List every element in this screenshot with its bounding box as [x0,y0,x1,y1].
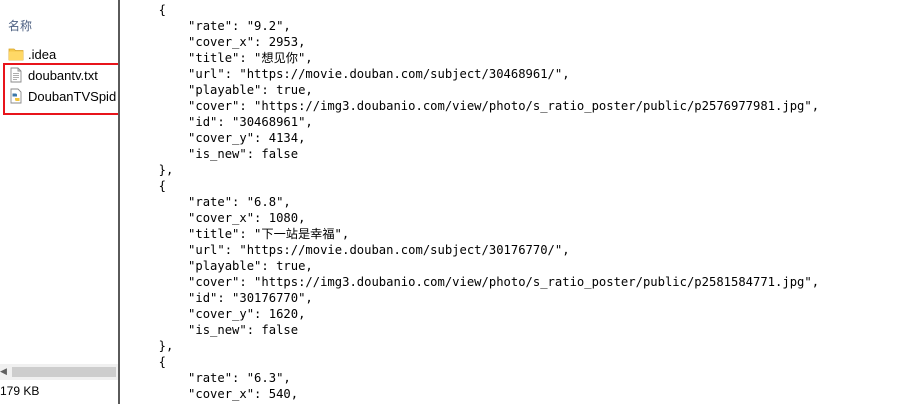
code-line: }, [144,339,174,353]
folder-icon [8,48,24,61]
code-line: "cover_x": 1080, [144,211,306,225]
code-line: "cover": "https://img3.doubanio.com/view… [144,275,820,289]
code-line: { [144,3,167,17]
code-line: "cover_y": 1620, [144,307,306,321]
code-line: "id": "30176770", [144,291,313,305]
file-explorer-pane: 名称 .idea doubantv.txt DoubanTVSpid ◀ 179… [0,0,118,404]
code-line: "cover_x": 540, [144,387,299,401]
scroll-left-icon[interactable]: ◀ [0,366,7,377]
highlight-box [3,63,118,115]
code-line: "cover": "https://img3.doubanio.com/view… [144,99,820,113]
file-item-label: .idea [28,46,57,62]
column-header-name[interactable]: 名称 [0,0,118,44]
status-bar: 179 KB [0,380,118,404]
code-line: "id": "30468961", [144,115,313,129]
code-line: "is_new": false [144,147,299,161]
code-line: }, [144,163,174,177]
code-line: "title": "下一站是幸福", [144,227,350,241]
file-item-idea-folder[interactable]: .idea [8,44,118,64]
code-line: "url": "https://movie.douban.com/subject… [144,67,570,81]
column-header-label: 名称 [8,19,33,33]
code-editor[interactable]: { "rate": "9.2", "cover_x": 2953, "title… [120,0,911,404]
code-line: "cover_x": 2953, [144,35,306,49]
code-line: "rate": "6.3", [144,371,291,385]
code-line: { [144,355,167,369]
code-line: "cover_y": 4134, [144,131,306,145]
code-line: "playable": true, [144,259,313,273]
selected-file-size: 179 KB [0,384,40,398]
scrollbar-thumb[interactable] [12,367,116,377]
code-line: "playable": true, [144,83,313,97]
code-line: "title": "想见你", [144,51,313,65]
code-line: { [144,179,167,193]
horizontal-scrollbar[interactable]: ◀ [0,364,118,380]
code-line: "rate": "6.8", [144,195,291,209]
code-line: "url": "https://movie.douban.com/subject… [144,243,570,257]
code-line: "is_new": false [144,323,299,337]
code-line: "rate": "9.2", [144,19,291,33]
